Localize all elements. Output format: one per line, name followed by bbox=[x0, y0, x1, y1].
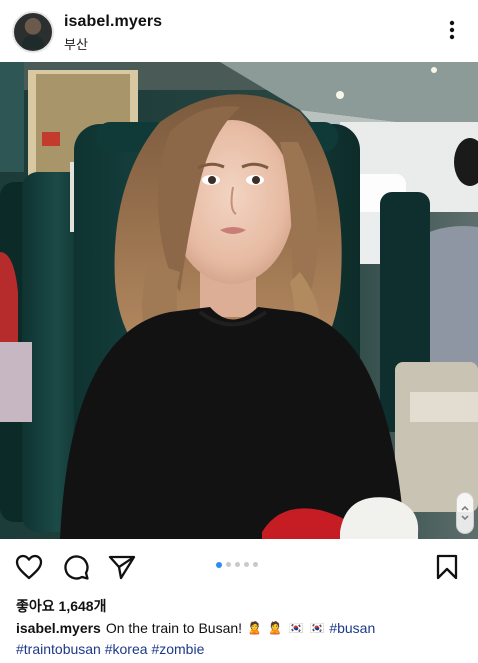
caption-text: On the train to Busan! bbox=[105, 620, 243, 636]
post-caption: isabel.myers On the train to Busan! 🙎 🙎 🇰… bbox=[16, 618, 468, 660]
post-header: isabel.myers 부산 bbox=[0, 0, 478, 62]
person-emoji: 🙎 bbox=[267, 621, 283, 635]
post-location[interactable]: 부산 bbox=[64, 34, 88, 53]
share-button[interactable] bbox=[107, 552, 137, 582]
photo-scroll-indicator[interactable] bbox=[456, 492, 474, 534]
carousel-dot bbox=[216, 561, 222, 568]
hashtag-link[interactable]: #traintobusan bbox=[16, 641, 101, 657]
carousel-dot bbox=[226, 562, 231, 567]
more-vertical-icon bbox=[449, 20, 455, 40]
comment-button[interactable] bbox=[61, 552, 91, 582]
hashtag-link[interactable]: #busan bbox=[329, 620, 375, 636]
heart-icon bbox=[15, 554, 43, 580]
person-emoji: 🙎 bbox=[246, 621, 262, 635]
comment-icon bbox=[64, 555, 89, 580]
caption-username[interactable]: isabel.myers bbox=[16, 620, 101, 636]
likes-count[interactable]: 좋아요 1,648개 bbox=[16, 596, 106, 616]
train-selfie-image bbox=[0, 62, 478, 539]
avatar[interactable] bbox=[12, 11, 54, 53]
hashtag-link[interactable]: #korea bbox=[105, 641, 148, 657]
chevron-up-icon bbox=[461, 506, 469, 511]
korea-flag-emoji: 🇰🇷 bbox=[309, 621, 325, 635]
post-actions bbox=[0, 540, 478, 592]
post-photo[interactable] bbox=[0, 62, 478, 539]
save-button[interactable] bbox=[432, 552, 462, 582]
carousel-indicator bbox=[216, 561, 258, 568]
post-username[interactable]: isabel.myers bbox=[64, 13, 162, 31]
chevron-down-icon bbox=[461, 515, 469, 520]
carousel-dot bbox=[244, 562, 249, 567]
instagram-post: isabel.myers 부산 좋아요 1,648개 isabel.myers … bbox=[0, 0, 478, 663]
hashtag-link[interactable]: #zombie bbox=[151, 641, 204, 657]
carousel-dot bbox=[253, 562, 258, 567]
send-icon bbox=[108, 555, 136, 580]
bookmark-icon bbox=[436, 554, 458, 580]
like-button[interactable] bbox=[14, 552, 44, 582]
carousel-dot bbox=[235, 562, 240, 567]
korea-flag-emoji: 🇰🇷 bbox=[288, 621, 304, 635]
more-options-button[interactable] bbox=[442, 18, 462, 42]
